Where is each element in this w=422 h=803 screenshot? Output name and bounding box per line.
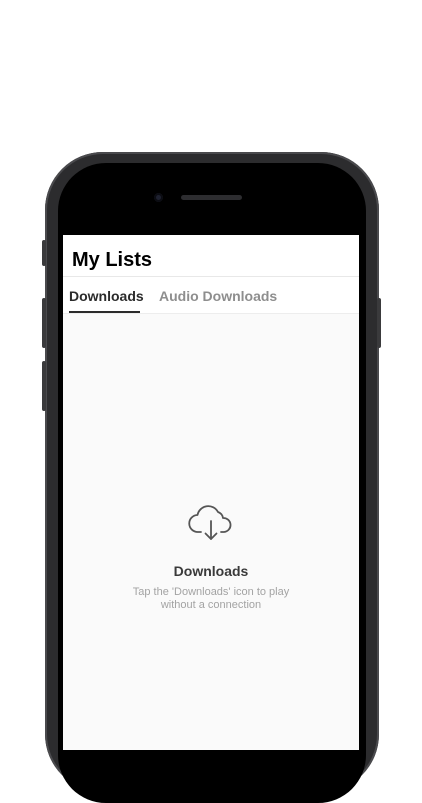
header: My Lists — [63, 235, 359, 277]
tab-audio-downloads[interactable]: Audio Downloads — [159, 288, 277, 304]
tab-bar: Downloads Audio Downloads — [63, 277, 359, 314]
earpiece-speaker — [181, 195, 242, 200]
empty-state: Downloads Tap the 'Downloads' icon to pl… — [63, 503, 359, 612]
volume-up-button — [42, 298, 46, 348]
empty-state-title: Downloads — [173, 563, 249, 579]
cloud-download-icon — [188, 505, 232, 540]
mute-switch — [42, 240, 46, 266]
front-camera — [154, 193, 163, 202]
app-screen: My Lists Downloads Audio Downloads Downl… — [63, 235, 359, 750]
tab-downloads[interactable]: Downloads — [69, 288, 144, 304]
page-title: My Lists — [72, 249, 153, 271]
power-button — [377, 298, 381, 348]
active-tab-indicator — [69, 311, 140, 313]
volume-down-button — [42, 361, 46, 411]
empty-state-description: Tap the 'Downloads' icon to play without… — [132, 586, 290, 611]
